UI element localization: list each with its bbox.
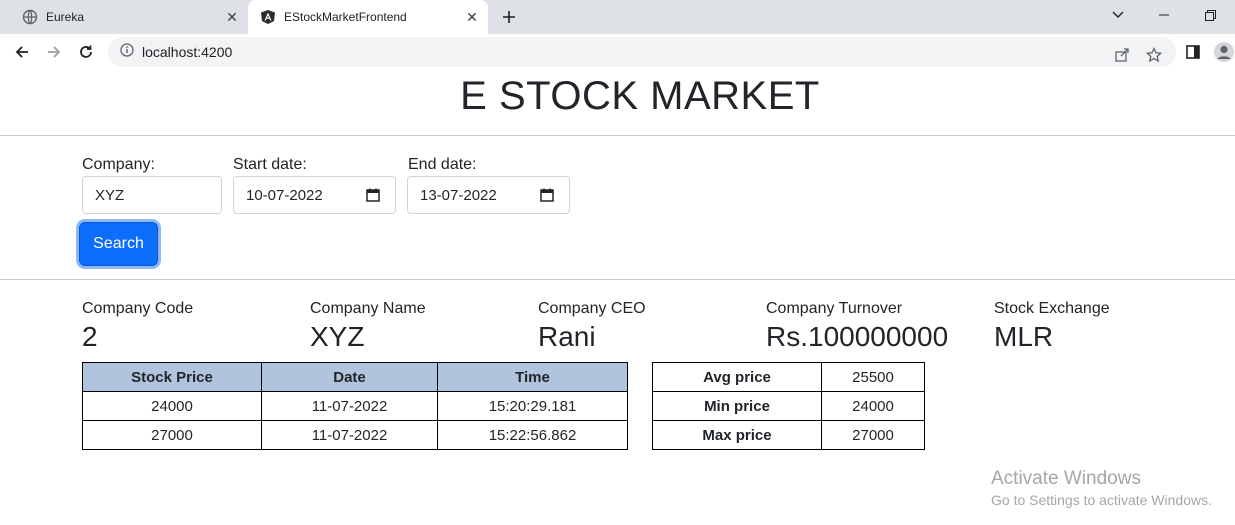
minimize-button[interactable] [1144, 0, 1184, 30]
table-cell: 15:20:29.181 [437, 391, 628, 421]
site-info-icon[interactable] [120, 42, 134, 62]
new-tab-button[interactable] [498, 6, 520, 28]
end-date-value: 13-07-2022 [420, 186, 497, 204]
divider [0, 279, 1235, 280]
company-ceo-value: Rani [538, 321, 596, 352]
stock-exchange-value: MLR [994, 321, 1054, 352]
company-name-value: XYZ [310, 321, 365, 352]
forward-arrow-icon[interactable] [42, 40, 66, 64]
url-text: localhost:4200 [142, 44, 233, 60]
start-date-label: Start date: [233, 156, 307, 173]
tab-search-icon[interactable] [1098, 0, 1138, 30]
company-input-value: XYZ [95, 186, 125, 204]
start-date-value: 10-07-2022 [246, 186, 323, 204]
globe-icon [22, 9, 38, 25]
price-stats-table: Avg price 25500 Min price 24000 Max pric… [652, 362, 925, 450]
stock-exchange-label: Stock Exchange [994, 300, 1110, 317]
company-code-label: Company Code [82, 300, 194, 317]
column-header: Time [437, 362, 628, 392]
company-code-value: 2 [82, 321, 98, 352]
stock-price-table: Stock Price Date Time 24000 11-07-2022 1… [82, 362, 628, 450]
browser-toolbar: localhost:4200 [0, 34, 1235, 70]
table-header-row: Stock Price Date Time [82, 362, 628, 392]
stat-value: 25500 [821, 362, 925, 392]
address-bar[interactable]: localhost:4200 [108, 37, 1176, 67]
close-icon[interactable]: ✕ [224, 9, 240, 25]
table-row: 24000 11-07-2022 15:20:29.181 [82, 391, 628, 421]
tab-title: Eureka [46, 10, 85, 24]
divider [0, 135, 1235, 136]
back-arrow-icon[interactable] [10, 40, 34, 64]
tab-estockmarket[interactable]: EStockMarketFrontend ✕ [248, 0, 488, 34]
share-icon[interactable] [1112, 45, 1132, 65]
company-input[interactable]: XYZ [82, 176, 222, 214]
calendar-icon[interactable] [365, 187, 381, 203]
restore-button[interactable] [1190, 0, 1230, 30]
angular-icon [260, 9, 276, 25]
tab-strip: Eureka ✕ EStockMarketFrontend ✕ [0, 0, 1235, 34]
stat-value: 24000 [821, 391, 925, 421]
profile-avatar-icon[interactable] [1212, 40, 1235, 64]
company-name-label: Company Name [310, 300, 426, 317]
table-row: 27000 11-07-2022 15:22:56.862 [82, 420, 628, 450]
table-cell: 15:22:56.862 [437, 420, 628, 450]
stat-value: 27000 [821, 420, 925, 450]
table-row: Min price 24000 [652, 391, 925, 421]
company-turnover-value: Rs.100000000 [766, 321, 949, 352]
company-turnover-label: Company Turnover [766, 300, 903, 317]
watermark-subtitle: Go to Settings to activate Windows. [991, 492, 1212, 508]
close-icon[interactable]: ✕ [464, 9, 480, 25]
stat-label: Max price [652, 420, 822, 450]
stat-label: Avg price [652, 362, 822, 392]
table-cell: 24000 [82, 391, 262, 421]
table-cell: 11-07-2022 [261, 420, 438, 450]
table-row: Avg price 25500 [652, 362, 925, 392]
start-date-input[interactable]: 10-07-2022 [233, 176, 396, 214]
calendar-icon[interactable] [539, 187, 555, 203]
page-title: E STOCK MARKET [460, 74, 820, 118]
search-button[interactable]: Search [79, 222, 158, 266]
end-date-label: End date: [408, 156, 477, 173]
table-row: Max price 27000 [652, 420, 925, 450]
column-header: Stock Price [82, 362, 262, 392]
windows-activation-watermark: Activate Windows Go to Settings to activ… [991, 468, 1212, 508]
stat-label: Min price [652, 391, 822, 421]
column-header: Date [261, 362, 438, 392]
bookmark-star-icon[interactable] [1144, 45, 1164, 65]
table-cell: 11-07-2022 [261, 391, 438, 421]
tab-eureka[interactable]: Eureka ✕ [8, 0, 248, 34]
side-panel-icon[interactable] [1181, 40, 1205, 64]
end-date-input[interactable]: 13-07-2022 [407, 176, 570, 214]
watermark-title: Activate Windows [991, 468, 1141, 489]
company-ceo-label: Company CEO [538, 300, 646, 317]
table-cell: 27000 [82, 420, 262, 450]
tab-title: EStockMarketFrontend [284, 10, 407, 24]
company-label: Company: [82, 156, 155, 173]
reload-icon[interactable] [74, 40, 98, 64]
